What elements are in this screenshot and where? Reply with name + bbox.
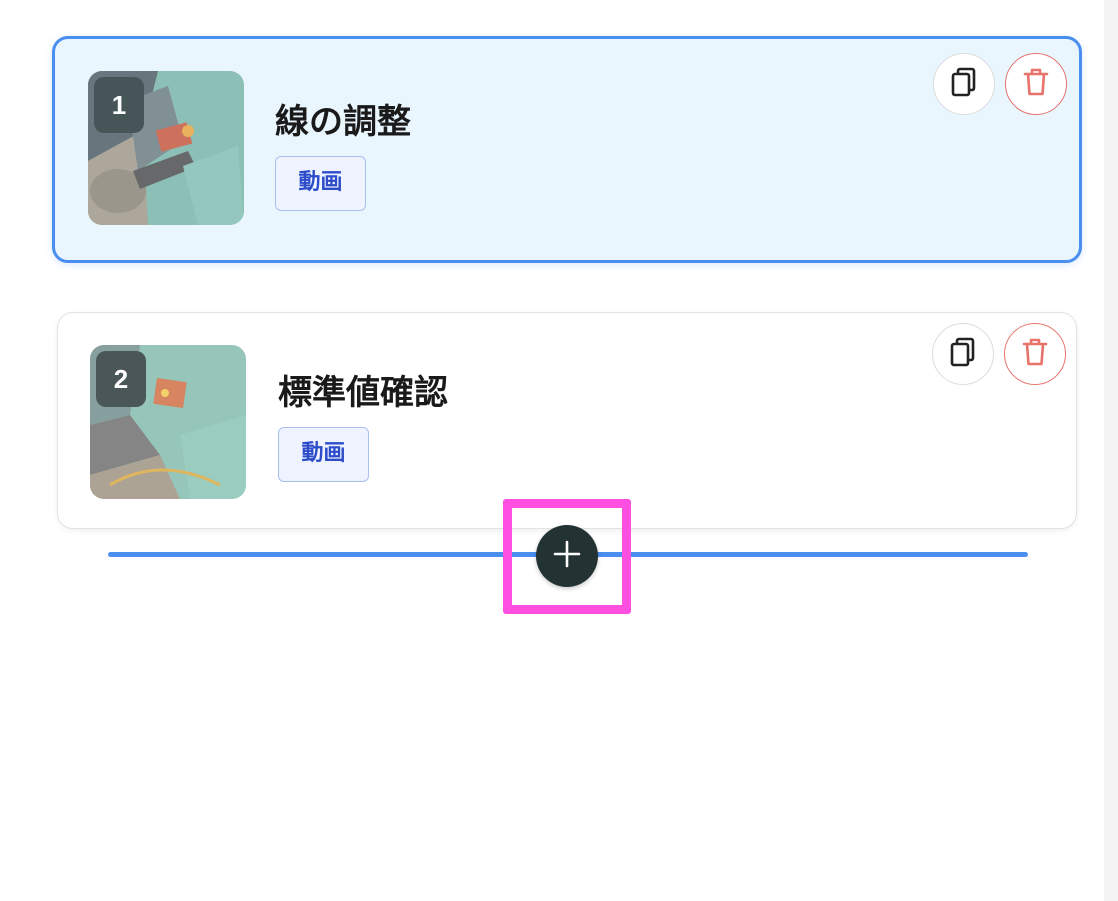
plus-icon	[552, 539, 582, 573]
copy-step-button[interactable]	[933, 53, 995, 115]
copy-step-button[interactable]	[932, 323, 994, 385]
scrollbar-track[interactable]	[1104, 0, 1118, 901]
step-thumbnail: 2	[90, 345, 246, 499]
copy-icon	[949, 66, 979, 102]
step-card-1[interactable]: 1 線の調整 動画	[52, 36, 1082, 263]
step-title[interactable]: 標準値確認	[278, 365, 448, 414]
add-step-button[interactable]	[536, 525, 598, 587]
step-thumbnail: 1	[88, 71, 244, 225]
media-type-tag: 動画	[278, 427, 369, 482]
copy-icon	[948, 336, 978, 372]
trash-icon	[1020, 336, 1050, 372]
step-number-badge: 2	[96, 351, 146, 407]
step-card-2[interactable]: 2 標準値確認 動画	[57, 312, 1077, 529]
delete-step-button[interactable]	[1005, 53, 1067, 115]
step-number-badge: 1	[94, 77, 144, 133]
delete-step-button[interactable]	[1004, 323, 1066, 385]
media-type-tag: 動画	[275, 156, 366, 211]
step-title[interactable]: 線の調整	[275, 94, 411, 143]
trash-icon	[1021, 66, 1051, 102]
